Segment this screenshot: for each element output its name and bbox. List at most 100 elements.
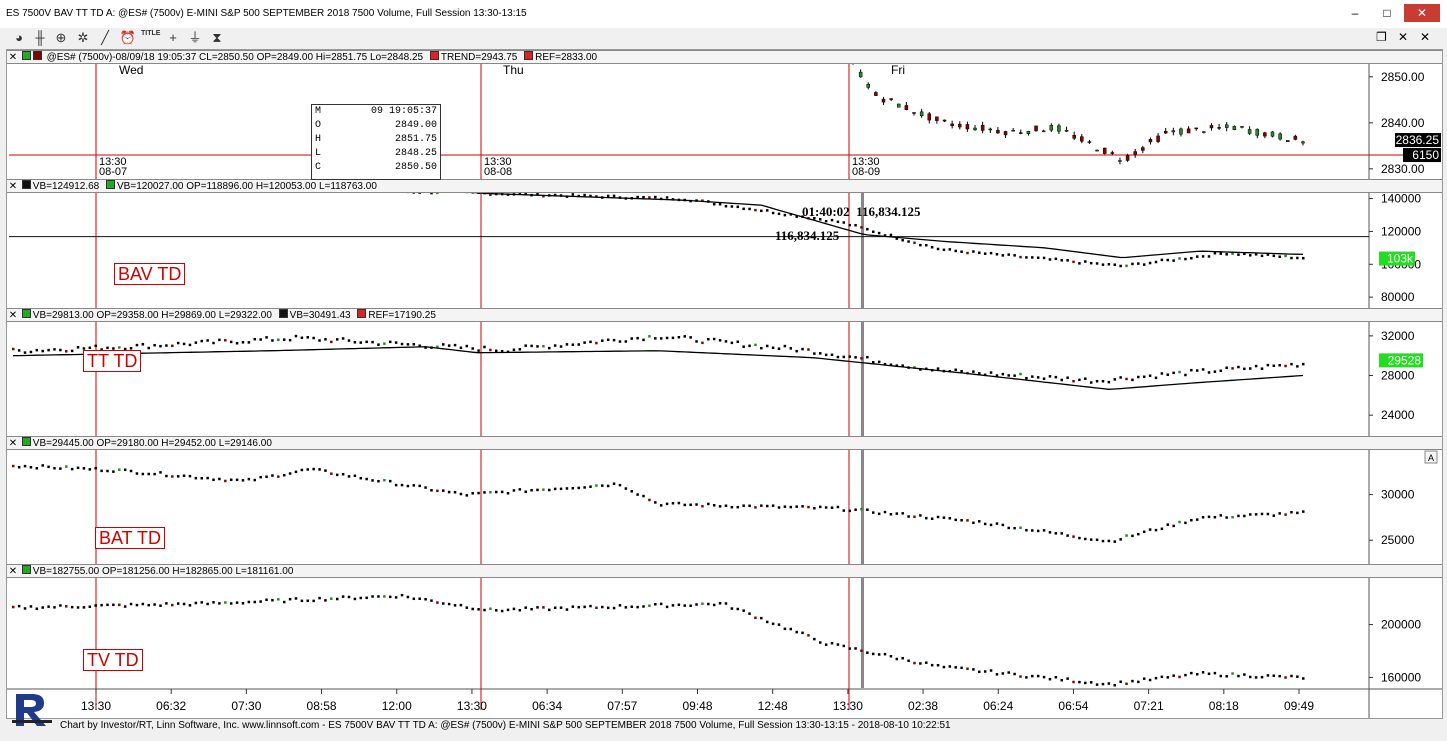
tv-point bbox=[1213, 671, 1217, 675]
bav-point bbox=[724, 204, 728, 208]
tv-pane-header[interactable]: ✕ VB=182755.00 OP=181256.00 H=182865.00 … bbox=[7, 564, 1442, 578]
close-pane-icon[interactable]: ✕ bbox=[7, 52, 19, 63]
ohlc-close: 2850.50 bbox=[394, 162, 437, 173]
tt-point bbox=[1213, 370, 1217, 373]
tv-point bbox=[860, 649, 863, 652]
price-candle bbox=[919, 111, 924, 116]
tt-point bbox=[589, 340, 592, 344]
tv-point bbox=[171, 603, 174, 607]
bat-point bbox=[648, 498, 651, 502]
crosshair-icon[interactable]: + bbox=[164, 29, 182, 47]
close-pane-icon[interactable]: ✕ bbox=[7, 181, 19, 192]
bav-point bbox=[1166, 258, 1170, 262]
tt-point bbox=[518, 348, 522, 351]
tt-point bbox=[271, 339, 274, 342]
bat-point bbox=[1207, 515, 1211, 519]
tv-point bbox=[718, 602, 722, 605]
tt-point bbox=[724, 340, 728, 343]
bat-point bbox=[707, 502, 710, 506]
close-pane-icon[interactable]: ✕ bbox=[7, 438, 19, 449]
price-candle bbox=[942, 119, 947, 122]
tt-point bbox=[1190, 368, 1193, 372]
chart-icon[interactable]: ◕ bbox=[10, 29, 28, 47]
bat-point bbox=[966, 519, 969, 522]
minimize-button[interactable]: – bbox=[1340, 4, 1370, 22]
tt-point bbox=[88, 346, 92, 350]
bav-point bbox=[936, 247, 940, 251]
clock-icon[interactable]: ⏰ bbox=[119, 29, 137, 47]
gear-icon[interactable]: ✲ bbox=[74, 29, 92, 47]
bars-icon[interactable]: ╫ bbox=[31, 29, 49, 47]
price-candle bbox=[1163, 130, 1168, 134]
y-tick-label: 200000 bbox=[1381, 618, 1421, 632]
bat-pane-header[interactable]: ✕ VB=29445.00 OP=29180.00 H=29452.00 L=2… bbox=[7, 436, 1442, 450]
day-label: Fri bbox=[891, 63, 905, 77]
tv-point bbox=[182, 602, 186, 606]
bat-point bbox=[642, 494, 645, 498]
bat-point bbox=[978, 520, 981, 523]
bat-point bbox=[12, 464, 15, 468]
tv-point bbox=[459, 603, 463, 607]
tt-point bbox=[972, 370, 975, 373]
chart-area[interactable]: 2850.002840.002830.001400001200001000008… bbox=[6, 49, 1443, 719]
bat-point bbox=[760, 504, 763, 507]
x-tick-label: 13:30 bbox=[833, 699, 863, 713]
price-pane-header[interactable]: ✕ @ES# (7500v)-08/09/18 19:05:37 CL=2850… bbox=[7, 50, 1442, 64]
tt-point bbox=[701, 341, 704, 345]
bav-point bbox=[1095, 262, 1099, 265]
hourglass-icon[interactable]: ⧗ bbox=[208, 29, 226, 47]
maximize-button[interactable]: □ bbox=[1372, 4, 1402, 22]
close-pane-icon[interactable]: ✕ bbox=[7, 310, 19, 321]
tt-point bbox=[807, 348, 810, 351]
tt-point bbox=[1148, 374, 1152, 377]
tt-point bbox=[300, 336, 304, 340]
bat-point bbox=[801, 505, 804, 508]
tt-point bbox=[489, 348, 492, 352]
tt-point bbox=[459, 346, 463, 350]
mdi-x-icon[interactable]: ✕ bbox=[1420, 30, 1430, 44]
tv-point bbox=[1142, 677, 1146, 680]
close-button[interactable]: ✕ bbox=[1404, 4, 1440, 22]
trendline-icon[interactable]: ╱ bbox=[96, 29, 114, 47]
price-candle bbox=[1194, 127, 1198, 130]
tv-point bbox=[1225, 675, 1228, 678]
day-label: Wed bbox=[119, 63, 143, 77]
ohlc-open: 2849.00 bbox=[394, 120, 437, 131]
restore-icon[interactable]: ❐ bbox=[1376, 30, 1387, 44]
tv-point bbox=[801, 631, 804, 635]
tv-point bbox=[1048, 677, 1052, 681]
tv-point bbox=[665, 605, 669, 609]
bat-point bbox=[866, 508, 869, 511]
bat-point bbox=[813, 506, 816, 510]
bat-point bbox=[29, 466, 33, 469]
bav-point bbox=[930, 245, 934, 249]
tt-point bbox=[548, 346, 551, 350]
bat-header-text: VB=29445.00 OP=29180.00 H=29452.00 L=291… bbox=[32, 438, 272, 449]
tt-point bbox=[783, 344, 787, 348]
close-pane-icon[interactable]: ✕ bbox=[7, 566, 19, 577]
tt-point bbox=[335, 338, 339, 341]
title-tool-icon[interactable]: TITLE bbox=[141, 29, 160, 47]
bat-point bbox=[671, 502, 675, 505]
bav-point bbox=[1113, 263, 1117, 266]
bav-point bbox=[730, 205, 734, 208]
price-candle bbox=[874, 92, 878, 96]
bat-point bbox=[960, 519, 963, 522]
bav-point bbox=[765, 209, 769, 212]
tv-point bbox=[877, 653, 881, 656]
bav-pane-header[interactable]: ✕ VB=124912.68 VB=120027.00 OP=118896.00… bbox=[7, 179, 1442, 193]
bav-point bbox=[1089, 261, 1093, 265]
up-square-icon bbox=[21, 51, 31, 60]
tv-point bbox=[1119, 680, 1122, 683]
zoom-icon[interactable]: ⊕ bbox=[52, 29, 70, 47]
chart-canvas[interactable]: 2850.002840.002830.001400001200001000008… bbox=[7, 50, 1442, 718]
fibonacci-icon[interactable]: ⏚ bbox=[186, 29, 204, 47]
bav-point bbox=[866, 227, 869, 231]
tv-point bbox=[324, 599, 327, 602]
tt-point bbox=[1219, 369, 1223, 373]
tv-point bbox=[194, 601, 198, 605]
tv-point bbox=[94, 604, 97, 607]
bat-point bbox=[795, 505, 798, 508]
tt-pane-header[interactable]: ✕ VB=29813.00 OP=29358.00 H=29869.00 L=2… bbox=[7, 308, 1442, 322]
mdi-close-icon[interactable]: ✕ bbox=[1398, 30, 1408, 44]
